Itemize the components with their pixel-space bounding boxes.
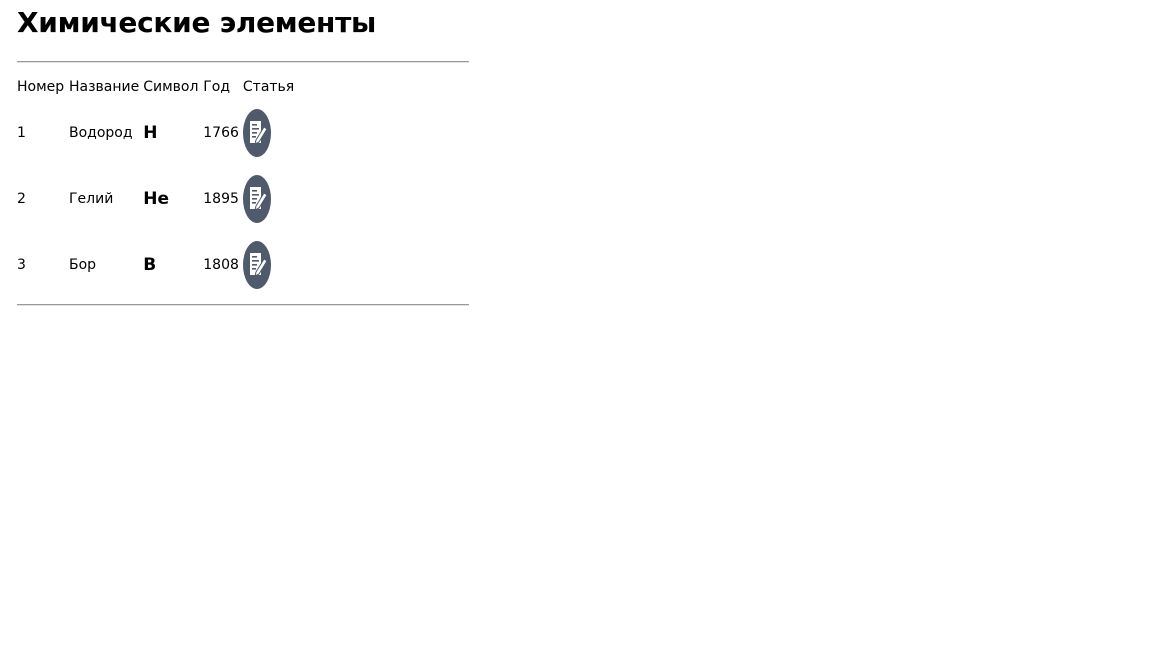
cell-article bbox=[242, 100, 295, 166]
article-edit-icon[interactable] bbox=[242, 241, 271, 289]
cell-article bbox=[242, 166, 295, 232]
header-symbol: Символ bbox=[143, 78, 199, 95]
cell-symbol: He bbox=[143, 189, 170, 209]
table-header-row: Номер Название Символ Год Статья bbox=[17, 73, 295, 100]
table-row: 2 Гелий He 1895 bbox=[17, 166, 295, 232]
cell-year: 1895 bbox=[203, 191, 239, 207]
cell-article bbox=[242, 232, 295, 298]
header-year: Год bbox=[203, 78, 231, 95]
cell-symbol: H bbox=[143, 123, 158, 143]
cell-number: 2 bbox=[17, 191, 26, 207]
table-row: 1 Водород H 1766 bbox=[17, 100, 295, 166]
table-row: 3 Бор B 1808 bbox=[17, 232, 295, 298]
top-divider bbox=[17, 61, 469, 63]
elements-table: Номер Название Символ Год Статья 1 Водор… bbox=[13, 73, 299, 298]
article-edit-icon[interactable] bbox=[242, 175, 271, 223]
cell-year: 1766 bbox=[203, 125, 239, 141]
page: Химические элементы Номер Название Симво… bbox=[0, 0, 1152, 648]
header-article: Статья bbox=[242, 78, 295, 95]
cell-name: Водород bbox=[69, 125, 133, 141]
cell-name: Бор bbox=[69, 257, 97, 273]
header-number: Номер bbox=[17, 78, 65, 95]
article-edit-icon[interactable] bbox=[242, 109, 271, 157]
cell-year: 1808 bbox=[203, 257, 239, 273]
cell-number: 3 bbox=[17, 257, 26, 273]
header-name: Название bbox=[69, 78, 140, 95]
cell-number: 1 bbox=[17, 125, 26, 141]
cell-name: Гелий bbox=[69, 191, 114, 207]
page-title: Химические элементы bbox=[17, 6, 377, 39]
bottom-divider bbox=[17, 304, 469, 306]
cell-symbol: B bbox=[143, 255, 157, 275]
